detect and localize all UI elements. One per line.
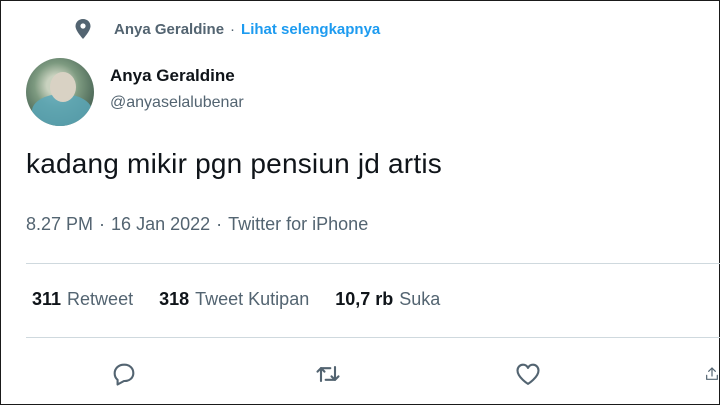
divider (26, 337, 720, 338)
avatar[interactable] (26, 58, 94, 126)
like-label: Suka (399, 289, 441, 309)
divider (26, 263, 720, 264)
share-icon (706, 367, 718, 380)
quote-count: 318 (159, 289, 190, 309)
like-button[interactable] (512, 358, 544, 390)
author-handle[interactable]: @anyaselalubenar (110, 94, 244, 112)
like-count-link[interactable]: 10,7 rb Suka (335, 289, 440, 310)
tweet-date[interactable]: 16 Jan 2022 (111, 214, 210, 235)
meta-separator: · (216, 214, 223, 234)
avatar-face (50, 72, 76, 102)
like-count: 10,7 rb (335, 289, 394, 309)
retweet-label: Retweet (67, 289, 134, 309)
retweet-count-link[interactable]: 311 Retweet (32, 289, 133, 310)
reply-icon (113, 363, 135, 386)
tweet-time[interactable]: 8.27 PM (26, 214, 93, 235)
see-more-link[interactable]: Lihat selengkapnya (241, 21, 380, 38)
retweet-count: 311 (32, 289, 62, 309)
tweet-source[interactable]: Twitter for iPhone (228, 214, 368, 235)
meta-separator: · (99, 214, 106, 234)
location-pin-icon (75, 19, 91, 39)
share-button[interactable] (704, 358, 720, 390)
tweet-text: kadang mikir pgn pensiun jd artis (26, 148, 442, 179)
quote-count-link[interactable]: 318 Tweet Kutipan (159, 289, 309, 310)
context-name[interactable]: Anya Geraldine (114, 21, 224, 38)
tweet-stats: 311 Retweet 318 Tweet Kutipan 10,7 rb Su… (32, 289, 440, 310)
screenshot-frame (0, 0, 720, 405)
context-separator: · (230, 20, 236, 38)
retweet-icon (316, 365, 340, 383)
author-display-name[interactable]: Anya Geraldine (110, 66, 235, 86)
tweet-actions (0, 358, 720, 392)
retweet-button[interactable] (312, 358, 344, 390)
reply-button[interactable] (108, 358, 140, 390)
tweet-context-row: Anya Geraldine · Lihat selengkapnya (74, 16, 380, 42)
heart-icon (516, 363, 540, 385)
quote-label: Tweet Kutipan (195, 289, 310, 309)
tweet-meta: 8.27 PM · 16 Jan 2022 · Twitter for iPho… (26, 214, 368, 235)
